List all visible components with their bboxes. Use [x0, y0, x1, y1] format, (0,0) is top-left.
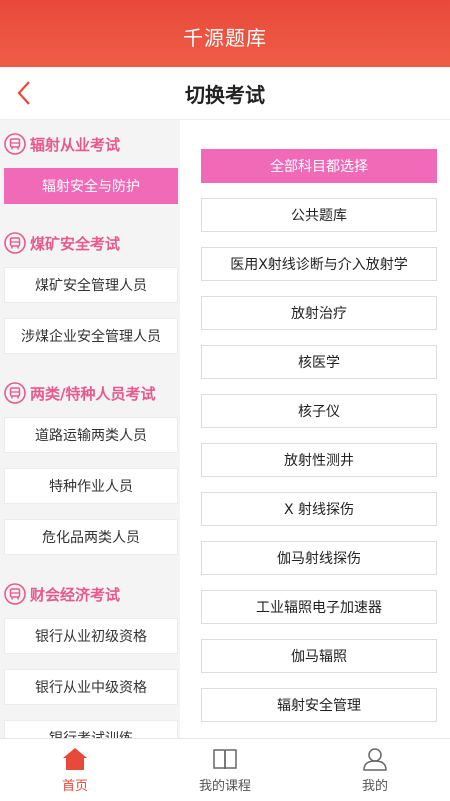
tab-mine[interactable]: 我的 [300, 739, 450, 801]
subject-item[interactable]: 伽马辐照 [201, 639, 437, 673]
tab-my-courses[interactable]: 我的课程 [150, 739, 300, 801]
category-item[interactable]: 涉煤企业安全管理人员 [4, 318, 178, 354]
home-icon [63, 748, 87, 770]
category-item[interactable]: 煤矿安全管理人员 [4, 267, 178, 303]
group-title: 财会经济考试 [30, 585, 121, 604]
group-header: 煤矿安全考试 [0, 219, 180, 267]
app-header: 千源题库 [0, 0, 450, 67]
subject-item[interactable]: 辐射安全管理 [201, 688, 437, 722]
select-all-button[interactable]: 全部科目都选择 [201, 149, 437, 183]
bottom-tab-bar: 首页 我的课程 我的 [0, 738, 450, 801]
subject-item[interactable]: X 射线探伤 [201, 492, 437, 526]
bus-icon [4, 583, 26, 605]
nav-bar: 切换考试 [0, 67, 450, 120]
subject-item[interactable]: 放射治疗 [201, 296, 437, 330]
exam-category-list: 辐射从业考试 辐射安全与防护 煤矿安全考试 煤矿安全管理人员 涉煤企业安全管理人… [0, 120, 180, 738]
group-header: 两类/特种人员考试 [0, 369, 180, 417]
category-item[interactable]: 银行从业中级资格 [4, 669, 178, 705]
subject-list: 全部科目都选择 公共题库 医用X射线诊断与介入放射学 放射治疗 核医学 核子仪 … [180, 120, 450, 738]
bus-icon [4, 232, 26, 254]
category-item[interactable]: 辐射安全与防护 [4, 168, 178, 204]
tab-label: 首页 [61, 779, 88, 794]
category-item[interactable]: 道路运输两类人员 [4, 417, 178, 453]
book-icon [213, 749, 237, 770]
bus-icon [4, 133, 26, 155]
back-button[interactable] [10, 79, 38, 107]
subject-item[interactable]: 公共题库 [201, 198, 437, 232]
subject-item[interactable]: 放射性测井 [201, 443, 437, 477]
group-header: 辐射从业考试 [0, 120, 180, 168]
category-item[interactable]: 特种作业人员 [4, 468, 178, 504]
user-icon [363, 748, 387, 771]
subject-item[interactable]: 核子仪 [201, 394, 437, 428]
tab-label: 我的 [361, 779, 388, 794]
tab-label: 我的课程 [198, 779, 251, 794]
group-title: 辐射从业考试 [30, 135, 121, 154]
subject-item[interactable]: 医用X射线诊断与介入放射学 [201, 247, 437, 281]
page-title: 切换考试 [185, 82, 265, 107]
subject-item[interactable]: 核医学 [201, 345, 437, 379]
category-item[interactable]: 银行考试训练 [4, 720, 178, 738]
category-item[interactable]: 危化品两类人员 [4, 519, 178, 555]
app-title: 千源题库 [183, 26, 267, 50]
subject-item[interactable]: 工业辐照电子加速器 [201, 590, 437, 624]
chevron-left-icon [17, 81, 30, 105]
group-header: 财会经济考试 [0, 570, 180, 618]
group-title: 煤矿安全考试 [30, 234, 121, 253]
tab-home[interactable]: 首页 [0, 739, 150, 801]
group-title: 两类/特种人员考试 [30, 384, 156, 403]
subject-item[interactable]: 伽马射线探伤 [201, 541, 437, 575]
category-item[interactable]: 银行从业初级资格 [4, 618, 178, 654]
bus-icon [4, 382, 26, 404]
